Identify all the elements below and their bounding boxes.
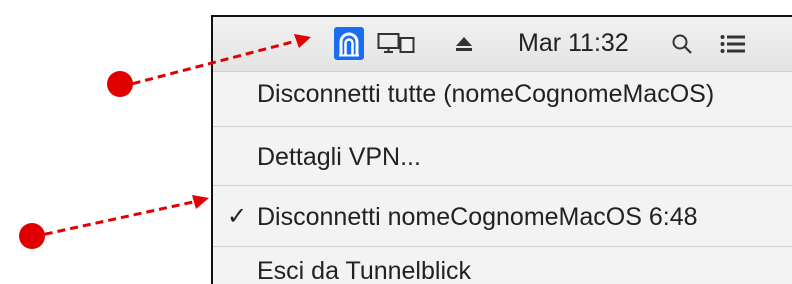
annotation-pointer-to-menu-item [19,195,209,249]
annotation-overlay [19,34,311,249]
annotation-pointer-to-icon [107,34,311,97]
